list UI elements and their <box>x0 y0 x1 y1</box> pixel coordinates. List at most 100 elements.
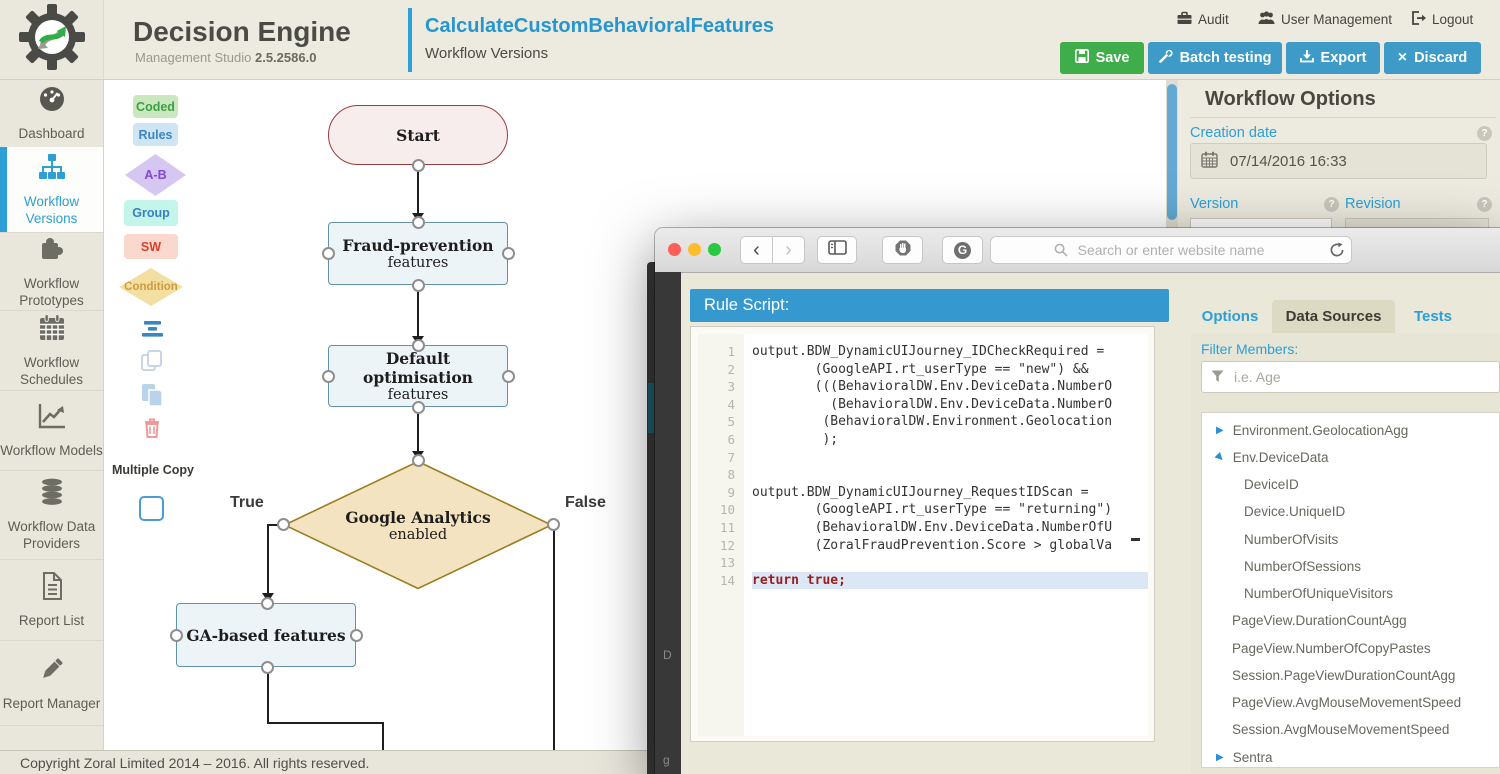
sidebar-item-workflow-models[interactable]: Workflow Models <box>0 391 103 471</box>
tree-item[interactable]: PageView.AvgMouseMovementSpeed <box>1232 689 1461 716</box>
fold-marker[interactable] <box>1131 538 1140 541</box>
tab-data-sources[interactable]: Data Sources <box>1272 300 1395 333</box>
toolbox-rules-badge[interactable]: Rules <box>133 123 178 146</box>
tree-item[interactable]: ▶Sentra <box>1202 744 1272 771</box>
user-management-link[interactable]: User Management <box>1258 11 1392 28</box>
connector-dot[interactable] <box>547 518 560 531</box>
divider <box>1190 117 1496 118</box>
zoom-window-button[interactable] <box>708 243 721 256</box>
save-button[interactable]: Save <box>1060 42 1144 74</box>
tree-item[interactable]: Session.AvgMouseMovementSpeed <box>1232 716 1449 743</box>
tree-item[interactable]: NumberOfVisits <box>1244 526 1338 553</box>
sidebar-item-report-manager[interactable]: Report Manager <box>0 641 103 726</box>
connector-dot[interactable] <box>322 370 335 383</box>
connector-dot[interactable] <box>412 454 425 467</box>
default-optimisation-node[interactable]: Default optimisation features <box>328 345 508 407</box>
code-area[interactable]: output.BDW_DynamicUIJourney_IDCheckRequi… <box>744 334 1148 736</box>
logout-link[interactable]: Logout <box>1411 11 1473 28</box>
tree-item[interactable]: PageView.DurationCountAgg <box>1232 607 1407 634</box>
connector-dot[interactable] <box>412 401 425 414</box>
connector-dot[interactable] <box>277 518 290 531</box>
sidebar-toggle-button[interactable] <box>817 236 857 264</box>
tree-item[interactable]: NumberOfUniqueVisitors <box>1244 580 1393 607</box>
collapse-icon[interactable]: ▶ <box>1216 425 1224 436</box>
help-icon[interactable]: ? <box>1324 197 1339 212</box>
align-icon[interactable] <box>140 320 165 343</box>
sidebar-item-report-list[interactable]: Report List <box>0 560 103 641</box>
condition-node-label: Google Analytics enabled <box>318 495 518 555</box>
connector-dot[interactable] <box>350 629 363 642</box>
tab-options[interactable]: Options <box>1195 300 1265 333</box>
creation-date-field[interactable]: 07/14/2016 16:33 <box>1190 143 1487 179</box>
help-icon[interactable]: ? <box>1477 126 1492 141</box>
chevron-left-icon: ‹ <box>753 240 760 260</box>
tree-item[interactable]: PageView.NumberOfCopyPastes <box>1232 635 1431 662</box>
flow-edge <box>382 722 384 750</box>
sidebar-item-workflow-versions[interactable]: Workflow Versions <box>0 147 103 233</box>
chart-line-icon <box>36 401 68 436</box>
tree-item[interactable]: ▶Env.DeviceData <box>1202 444 1329 471</box>
sidebar-item-workflow-data-providers[interactable]: Workflow Data Providers <box>0 471 103 560</box>
browser-window[interactable]: ‹ › G D g Ru <box>655 228 1500 774</box>
sidebar-item-workflow-prototypes[interactable]: Workflow Prototypes <box>0 233 103 311</box>
code-line: (BehavioralDW.Env.DeviceData.NumberO <box>752 396 1148 414</box>
close-window-button[interactable] <box>668 243 681 256</box>
false-branch-label: False <box>565 494 606 512</box>
connector-dot[interactable] <box>412 279 425 292</box>
connector-dot[interactable] <box>261 661 274 674</box>
ga-based-features-node[interactable]: GA-based features <box>176 603 356 667</box>
multiple-copy-label: Multiple Copy <box>112 462 192 478</box>
floppy-icon <box>1075 49 1089 67</box>
toolbox-sw-badge[interactable]: SW <box>124 234 178 259</box>
back-button[interactable]: ‹ <box>740 236 773 264</box>
discard-button[interactable]: × Discard <box>1384 42 1481 74</box>
screen: Decision Engine Management Studio 2.5.25… <box>0 0 1500 774</box>
toolbox-group-badge[interactable]: Group <box>124 200 178 226</box>
content-blocker-button[interactable] <box>882 236 923 264</box>
export-button[interactable]: Export <box>1286 42 1380 74</box>
connector-dot[interactable] <box>170 629 183 642</box>
expand-icon[interactable]: ▶ <box>1213 451 1226 464</box>
members-tree[interactable]: ▶Environment.GeolocationAgg ▶Env.DeviceD… <box>1201 412 1500 768</box>
code-editor[interactable]: 1 2 3 4 5 6 7 8 9 10 11 12 13 14 <box>690 326 1155 742</box>
toolbox-condition-badge[interactable]: Condition <box>119 268 183 306</box>
reload-icon[interactable] <box>1329 242 1345 263</box>
tab-tests[interactable]: Tests <box>1405 300 1461 333</box>
connector-dot[interactable] <box>322 247 335 260</box>
multiple-copy-checkbox[interactable] <box>139 496 164 521</box>
tree-item[interactable]: ▶Environment.GeolocationAgg <box>1202 417 1408 444</box>
forward-button[interactable]: › <box>772 236 805 264</box>
filter-members-input[interactable] <box>1201 361 1500 393</box>
connector-dot[interactable] <box>412 216 425 229</box>
url-search-input[interactable] <box>990 236 1352 264</box>
toolbox-coded-badge[interactable]: Coded <box>133 95 178 118</box>
sidebar-item-workflow-schedules[interactable]: Workflow Schedules <box>0 311 103 391</box>
toolbox-ab-badge[interactable]: A-B <box>125 154 186 196</box>
wrench-icon <box>1159 49 1173 67</box>
tree-item[interactable]: Session.PageViewDurationCountAgg <box>1232 662 1455 689</box>
tree-item[interactable]: NumberOfSessions <box>1244 553 1361 580</box>
batch-testing-button[interactable]: Batch testing <box>1148 42 1282 74</box>
connector-dot[interactable] <box>261 597 274 610</box>
connector-dot[interactable] <box>502 370 515 383</box>
copy-icon[interactable] <box>139 348 164 379</box>
ghostery-extension-button[interactable]: G <box>942 236 983 264</box>
sidebar-item-dashboard[interactable]: Dashboard <box>0 80 103 148</box>
connector-dot[interactable] <box>412 339 425 352</box>
minimize-window-button[interactable] <box>688 243 701 256</box>
paste-icon[interactable] <box>140 382 164 413</box>
start-node[interactable]: Start <box>328 105 508 165</box>
connector-dot[interactable] <box>412 159 425 172</box>
flow-edge-false <box>553 525 555 750</box>
audit-link[interactable]: Audit <box>1177 11 1229 28</box>
code-line: (GoogleAPI.rt_userType == "new") && <box>752 361 1148 379</box>
collapse-icon[interactable]: ▶ <box>1216 752 1224 763</box>
tree-item[interactable]: Device.UniqueID <box>1244 498 1345 525</box>
tree-item[interactable]: DeviceID <box>1244 471 1299 498</box>
fraud-prevention-node[interactable]: Fraud-prevention features <box>328 222 508 285</box>
help-icon[interactable]: ? <box>1477 197 1492 212</box>
connector-dot[interactable] <box>502 247 515 260</box>
canvas-scrollbar-thumb[interactable] <box>1167 84 1177 220</box>
gauge-icon <box>36 84 68 119</box>
trash-icon[interactable] <box>142 416 162 444</box>
